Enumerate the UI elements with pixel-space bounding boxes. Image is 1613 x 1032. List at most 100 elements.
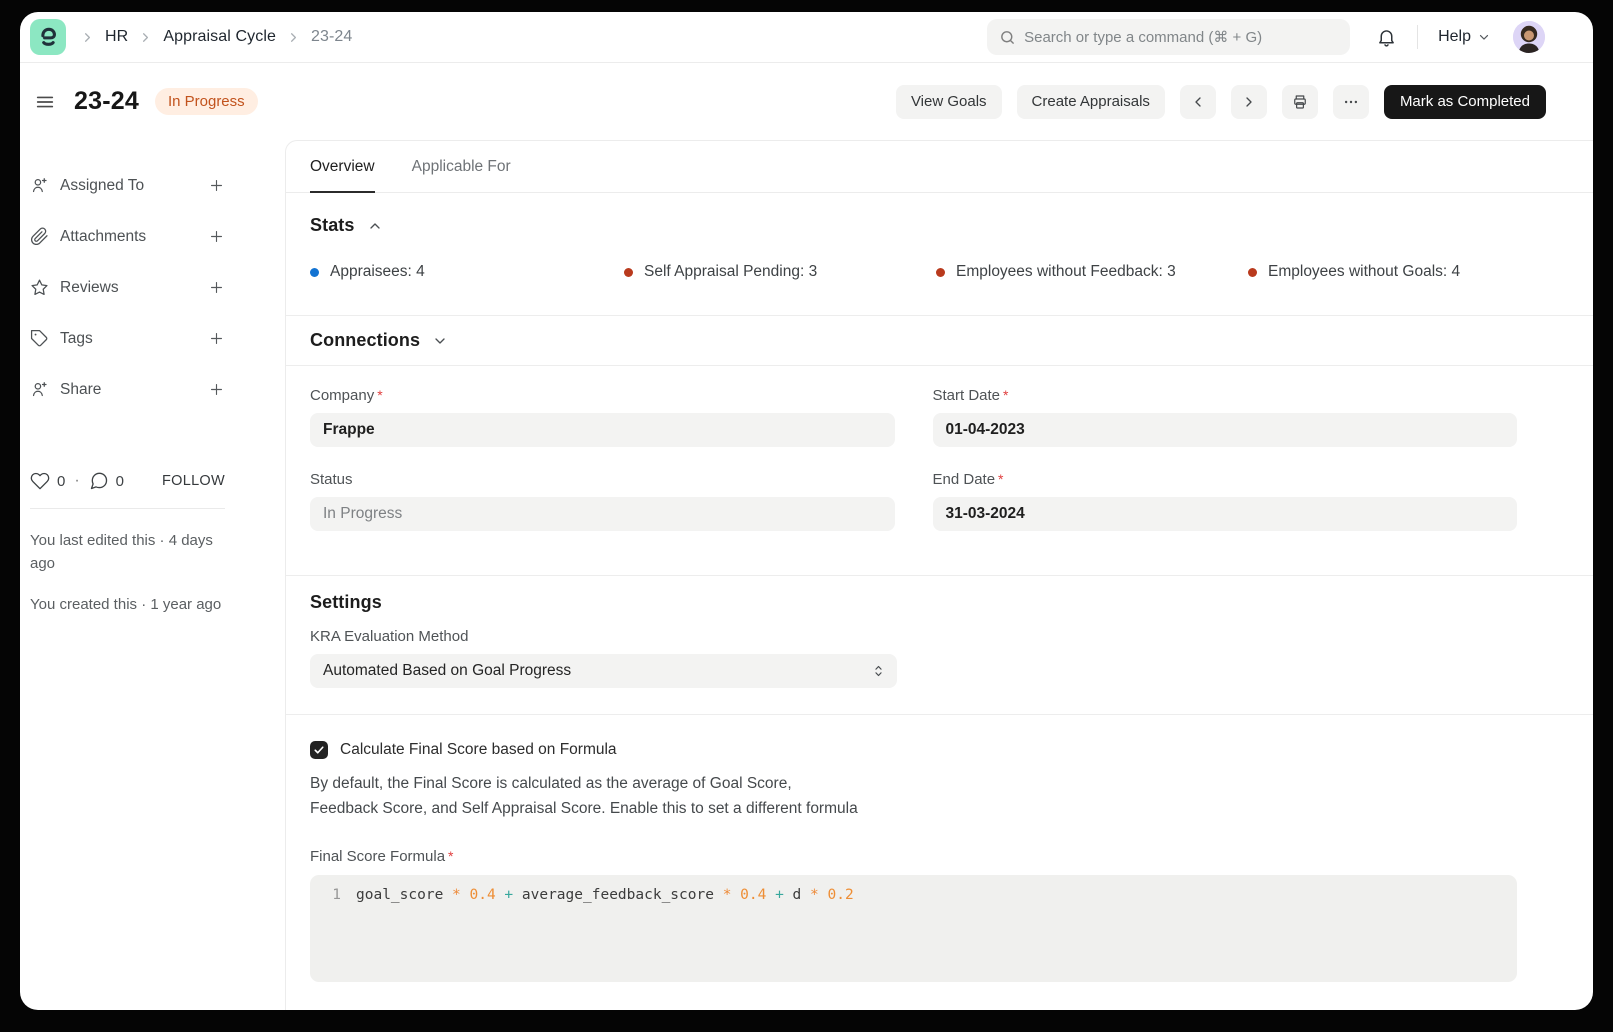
required-marker: * (1003, 387, 1008, 403)
connections-section-header[interactable]: Connections (310, 330, 1517, 351)
chevron-up-icon[interactable] (367, 218, 383, 234)
calculate-final-score-row[interactable]: Calculate Final Score based on Formula (310, 741, 1517, 759)
required-marker: * (448, 848, 453, 864)
heart-icon[interactable] (30, 471, 50, 491)
chevron-right-icon (80, 30, 95, 45)
formula-checkbox-label: Calculate Final Score based on Formula (340, 741, 617, 759)
end-date-input[interactable]: 31-03-2024 (933, 497, 1518, 531)
details-form: Company* Frappe Start Date* 01-04-2023 S… (286, 366, 1593, 575)
tab-applicable-for[interactable]: Applicable For (412, 141, 511, 192)
formula-checkbox[interactable] (310, 741, 328, 759)
chevron-down-icon[interactable] (432, 333, 448, 349)
search-input[interactable] (1024, 29, 1338, 46)
user-avatar[interactable] (1513, 21, 1545, 53)
stat-appraisees: Appraisees: 4 (310, 263, 624, 281)
stats-row: Appraisees: 4 Self Appraisal Pending: 3 … (310, 263, 1517, 281)
sidebar-item-label: Share (60, 381, 101, 399)
formula-code[interactable]: goal_score * 0.4 + average_feedback_scor… (356, 884, 854, 906)
company-label: Company* (310, 387, 895, 404)
sidebar-item-share[interactable]: Share (30, 364, 225, 415)
status-input: In Progress (310, 497, 895, 531)
chevron-left-icon (1190, 94, 1206, 110)
sidebar-item-tags[interactable]: Tags (30, 313, 225, 364)
stats-section-header[interactable]: Stats (310, 215, 1517, 236)
tab-overview[interactable]: Overview (310, 141, 375, 192)
comment-count: 0 (116, 473, 124, 490)
mark-as-completed-button[interactable]: Mark as Completed (1384, 85, 1546, 119)
sidebar-item-assigned-to[interactable]: Assigned To (30, 160, 225, 211)
prev-record-button[interactable] (1180, 85, 1216, 119)
line-number: 1 (310, 884, 356, 906)
created-note: You created this · 1 year ago (30, 593, 242, 616)
help-label: Help (1438, 28, 1471, 46)
stat-label: Appraisees: 4 (330, 263, 425, 281)
sidebar-item-reviews[interactable]: Reviews (30, 262, 225, 313)
stat-label: Employees without Feedback: 3 (956, 263, 1176, 281)
red-dot-icon (1248, 268, 1257, 277)
plus-icon (208, 330, 225, 347)
add-review-button[interactable] (208, 279, 225, 296)
kra-evaluation-method-select[interactable]: Automated Based on Goal Progress (310, 654, 897, 688)
final-score-formula-editor[interactable]: 1 goal_score * 0.4 + average_feedback_sc… (310, 875, 1517, 982)
settings-section-header: Settings (310, 592, 1517, 613)
search-icon (999, 29, 1016, 46)
navbar-right: Help (987, 19, 1545, 55)
settings-heading: Settings (310, 592, 382, 613)
header-actions: View Goals Create Appraisals Mark as Com… (896, 85, 1546, 119)
app-logo[interactable] (30, 19, 66, 55)
select-arrows-icon (871, 664, 886, 679)
follow-button[interactable]: FOLLOW (162, 473, 225, 489)
printer-icon (1291, 93, 1309, 111)
print-button[interactable] (1282, 85, 1318, 119)
add-share-button[interactable] (208, 381, 225, 398)
sidebar-toggle-icon[interactable] (34, 91, 56, 113)
status-field: Status In Progress (310, 471, 895, 531)
engagement-row: 0 · 0 FOLLOW (30, 471, 225, 491)
breadcrumb-item-hr[interactable]: HR (105, 28, 128, 46)
connections-heading: Connections (310, 330, 420, 351)
formula-description: By default, the Final Score is calculate… (310, 771, 1517, 822)
settings-section: Settings KRA Evaluation Method Automated… (286, 575, 1593, 714)
sidebar: Assigned To Attachments Reviews Tags Sha (20, 140, 285, 1010)
sidebar-item-label: Assigned To (60, 177, 144, 195)
start-date-field: Start Date* 01-04-2023 (933, 387, 1518, 447)
navbar: HR Appraisal Cycle 23-24 Help (20, 12, 1593, 63)
help-menu[interactable]: Help (1438, 28, 1491, 46)
comment-icon[interactable] (89, 471, 109, 491)
tag-icon (30, 329, 49, 348)
red-dot-icon (936, 268, 945, 277)
plus-icon (208, 228, 225, 245)
like-count: 0 (57, 473, 65, 490)
more-actions-button[interactable] (1333, 85, 1369, 119)
navbar-divider (1417, 25, 1418, 49)
end-date-field: End Date* 31-03-2024 (933, 471, 1518, 531)
stat-label: Self Appraisal Pending: 3 (644, 263, 817, 281)
create-appraisals-button[interactable]: Create Appraisals (1017, 85, 1165, 119)
start-date-input[interactable]: 01-04-2023 (933, 413, 1518, 447)
view-goals-button[interactable]: View Goals (896, 85, 1002, 119)
main-panel: Overview Applicable For Stats Appraisees… (285, 140, 1593, 1010)
breadcrumb-item-appraisal-cycle[interactable]: Appraisal Cycle (163, 28, 276, 46)
status-badge: In Progress (155, 88, 258, 115)
description-line: Feedback Score, and Self Appraisal Score… (310, 796, 1517, 821)
paperclip-icon (30, 227, 49, 246)
kra-label: KRA Evaluation Method (310, 628, 897, 645)
global-search[interactable] (987, 19, 1350, 55)
stat-self-appraisal-pending: Self Appraisal Pending: 3 (624, 263, 936, 281)
company-input[interactable]: Frappe (310, 413, 895, 447)
sidebar-item-attachments[interactable]: Attachments (30, 211, 225, 262)
end-date-label: End Date* (933, 471, 1518, 488)
description-line: By default, the Final Score is calculate… (310, 771, 1517, 796)
page-header: 23-24 In Progress View Goals Create Appr… (20, 63, 1593, 140)
formula-section: Calculate Final Score based on Formula B… (286, 714, 1593, 982)
next-record-button[interactable] (1231, 85, 1267, 119)
add-tag-button[interactable] (208, 330, 225, 347)
hr-logo-icon (36, 25, 60, 49)
notifications-bell-icon[interactable] (1376, 27, 1397, 48)
chevron-right-icon (1241, 94, 1257, 110)
status-label: Status (310, 471, 895, 488)
stats-heading: Stats (310, 215, 355, 236)
add-attachment-button[interactable] (208, 228, 225, 245)
avatar-image (1513, 21, 1545, 53)
add-assignment-button[interactable] (208, 177, 225, 194)
